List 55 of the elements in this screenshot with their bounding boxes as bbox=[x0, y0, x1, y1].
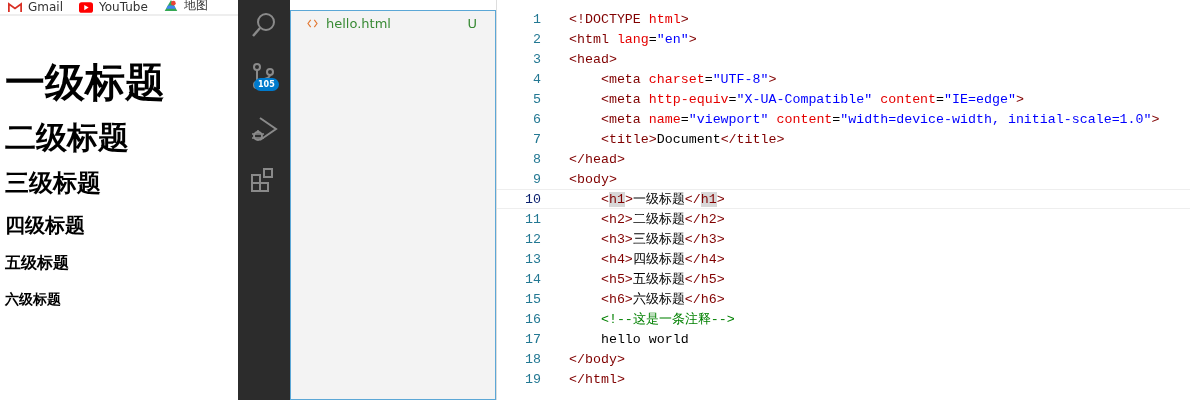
code-line: </head> bbox=[569, 151, 625, 167]
code-line: <meta name="viewport" content="width=device-width, initial-scale=1.0"> bbox=[599, 111, 1160, 127]
code-line: <h2>二级标题</h2> bbox=[599, 211, 725, 228]
bookmark-link[interactable]: YouTube bbox=[79, 0, 148, 14]
line-number: 15 bbox=[524, 291, 541, 307]
line-number: 8 bbox=[532, 151, 541, 167]
line-number: 11 bbox=[524, 211, 541, 227]
line-number: 5 bbox=[532, 91, 541, 107]
line-number: 16 bbox=[524, 311, 541, 327]
code-line: <!DOCTYPE html> bbox=[569, 11, 689, 27]
file-item[interactable]: hello.html U bbox=[291, 13, 495, 33]
line-number: 6 bbox=[532, 111, 541, 127]
code-line: </html> bbox=[569, 371, 625, 387]
page-heading: 五级标题 bbox=[5, 254, 70, 273]
map-pin-icon bbox=[163, 0, 178, 11]
code-line: <meta charset="UTF-8"> bbox=[599, 71, 777, 87]
code-line: <h5>五级标题</h5> bbox=[599, 271, 725, 288]
line-number: 18 bbox=[524, 351, 541, 367]
code-line: <!--这是一条注释--> bbox=[599, 311, 735, 328]
code-line: <head> bbox=[569, 51, 617, 67]
bookmark-link[interactable]: 地图 bbox=[163, 0, 208, 14]
page-heading: 六级标题 bbox=[5, 292, 62, 308]
line-number: 7 bbox=[532, 131, 541, 147]
code-line: <h1>一级标题</h1> bbox=[599, 191, 725, 208]
page-heading: 四级标题 bbox=[5, 214, 86, 237]
line-number: 3 bbox=[532, 51, 541, 67]
line-number: 17 bbox=[524, 331, 541, 347]
line-number: 4 bbox=[532, 71, 541, 87]
code-line: <h3>三级标题</h3> bbox=[599, 231, 725, 248]
line-number: 9 bbox=[532, 171, 541, 187]
code-line: <meta http-equiv="X-UA-Compatible" content="IE=edge"> bbox=[599, 91, 1024, 107]
page-heading: 三级标题 bbox=[5, 170, 102, 197]
git-status: U bbox=[467, 15, 477, 31]
code-line: <h4>四级标题</h4> bbox=[599, 251, 725, 268]
search-icon[interactable] bbox=[250, 11, 278, 39]
code-line: <body> bbox=[569, 171, 617, 187]
line-number: 13 bbox=[524, 251, 541, 267]
code-line: <title>Document</title> bbox=[599, 131, 785, 147]
envelope-icon bbox=[8, 1, 22, 13]
line-number: 19 bbox=[524, 371, 541, 387]
page-heading: 二级标题 bbox=[5, 120, 130, 155]
bookmark-link[interactable]: Gmail bbox=[8, 0, 63, 14]
line-number: 14 bbox=[524, 271, 541, 287]
code-line: <html lang="en"> bbox=[569, 31, 697, 47]
line-number: 2 bbox=[532, 31, 541, 47]
code-line: </body> bbox=[569, 351, 625, 367]
code-file-icon bbox=[307, 18, 318, 28]
line-number: 10 bbox=[524, 191, 541, 207]
change-count-badge: 105 bbox=[254, 78, 279, 91]
code-line: hello world bbox=[599, 331, 689, 347]
page-heading: 一级标题 bbox=[5, 60, 166, 104]
code-line: <h6>六级标题</h6> bbox=[599, 291, 725, 308]
line-number: 12 bbox=[524, 231, 541, 247]
line-number: 1 bbox=[532, 11, 541, 27]
run-debug-icon[interactable] bbox=[250, 115, 278, 143]
